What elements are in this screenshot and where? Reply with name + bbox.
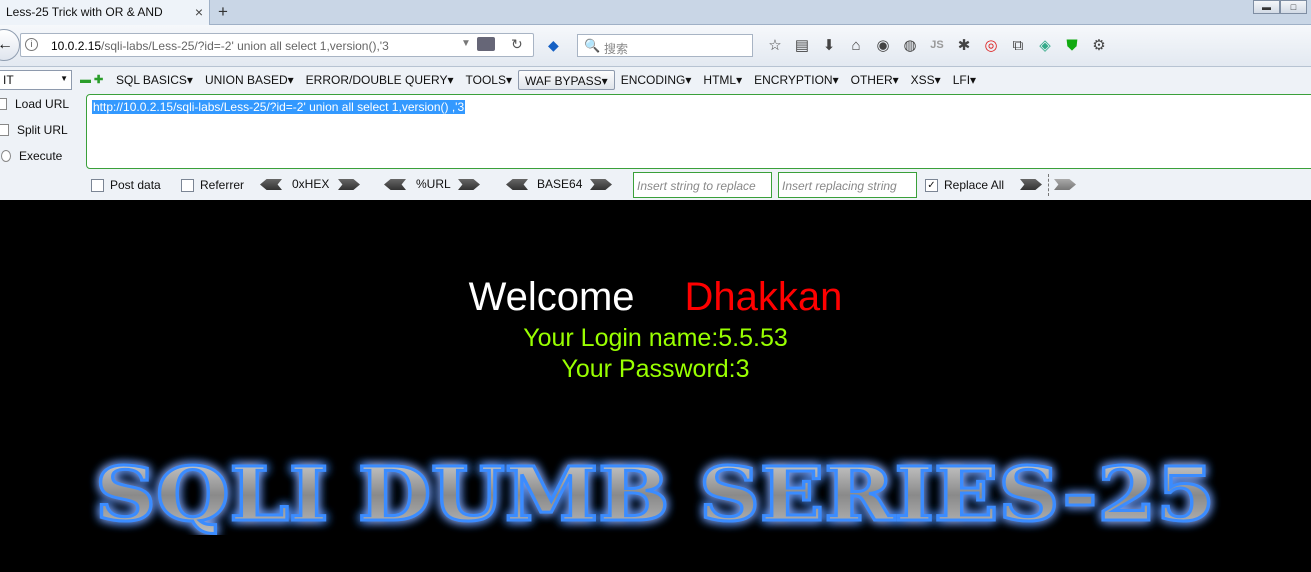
url-decode-arrow-icon[interactable] <box>384 179 406 190</box>
menu-error-double-query[interactable]: ERROR/DOUBLE QUERY▾ <box>300 70 460 90</box>
url-encode-arrow-icon[interactable] <box>458 179 480 190</box>
minimize-button[interactable]: ▬ <box>1253 0 1280 14</box>
navigation-bar: ← i 10.0.2.15/sqli-labs/Less-25/?id=-2' … <box>0 25 1311 67</box>
replace-string-input[interactable]: Insert string to replace <box>633 172 772 198</box>
close-icon[interactable]: × <box>195 4 203 20</box>
base64-label: BASE64 <box>537 177 583 191</box>
tab-bar: Less-25 Trick with OR & AND × + ▬ □ <box>0 0 1311 25</box>
add-remove-icons[interactable]: ▬ ✚ <box>80 73 103 86</box>
split-icon <box>0 124 9 136</box>
info-icon[interactable]: i <box>25 38 38 51</box>
js-icon[interactable]: JS <box>926 39 948 51</box>
execute-button[interactable]: Execute <box>1 149 62 163</box>
new-tab-button[interactable]: + <box>218 2 228 22</box>
extension-icon[interactable]: ⧉ <box>1007 37 1029 54</box>
menu-encoding[interactable]: ENCODING▾ <box>615 70 698 90</box>
hackbar-options: Post data Referrer 0xHEX %URL BASE64 Ins… <box>0 171 1311 200</box>
welcome-line: Welcome Dhakkan <box>0 275 1311 320</box>
palette-icon[interactable]: ◍ <box>899 36 921 54</box>
banner-text: SQLI DUMB SERIES-25 <box>95 452 1215 535</box>
referrer-checkbox[interactable]: Referrer <box>181 178 244 192</box>
tab-title: Less-25 Trick with OR & AND <box>6 5 163 19</box>
target-icon[interactable]: ◎ <box>980 36 1002 54</box>
hackbar-body: Load URL Split URL Execute http://10.0.2… <box>0 93 1311 171</box>
gear-icon[interactable]: ⚙ <box>1088 36 1110 54</box>
search-box[interactable]: 🔍 搜索 <box>577 34 753 57</box>
menu-other[interactable]: OTHER▾ <box>845 70 905 90</box>
menu-html[interactable]: HTML▾ <box>697 70 748 90</box>
url-selected-text: http://10.0.2.15/sqli-labs/Less-25/?id=-… <box>92 100 466 114</box>
reading-list-icon[interactable]: ▤ <box>791 36 813 54</box>
chevron-down-icon[interactable]: ▼ <box>461 38 471 49</box>
search-icon: 🔍 <box>584 38 601 53</box>
bug-icon[interactable]: ✱ <box>953 36 975 54</box>
hex-encode-arrow-icon[interactable] <box>338 179 360 190</box>
dart-icon[interactable]: ◆ <box>548 37 559 54</box>
split-url-button[interactable]: Split URL <box>0 123 68 137</box>
hackbar-select[interactable]: IT ▼ <box>0 70 72 90</box>
reload-icon[interactable]: ↻ <box>511 36 523 53</box>
map-icon[interactable]: ◈ <box>1034 36 1056 54</box>
menu-sql-basics[interactable]: SQL BASICS▾ <box>110 70 199 90</box>
globe-icon[interactable]: ◉ <box>872 36 894 54</box>
password-text: Your Password:3 <box>561 355 750 383</box>
toolbar-icons: ☆ ▤ ⬇ ⌂ ◉ ◍ JS ✱ ◎ ⧉ ◈ ⛊ ⚙ <box>764 36 1115 55</box>
hackbar-menu: IT ▼ ▬ ✚ SQL BASICS▾ UNION BASED▾ ERROR/… <box>0 67 1311 93</box>
maximize-button[interactable]: □ <box>1280 0 1307 14</box>
back-arrow-icon: ← <box>0 36 13 53</box>
replacing-string-input[interactable]: Insert replacing string <box>778 172 917 198</box>
base64-decode-arrow-icon[interactable] <box>506 179 528 190</box>
hex-decode-arrow-icon[interactable] <box>260 179 282 190</box>
user-name: Dhakkan <box>684 275 843 319</box>
page-content: Welcome Dhakkan Your Login name:5.5.53 Yo… <box>0 200 1311 572</box>
browser-tab[interactable]: Less-25 Trick with OR & AND × <box>0 0 210 25</box>
execute-icon <box>1 150 11 162</box>
welcome-text: Welcome <box>468 275 635 319</box>
run-replace-arrow-icon[interactable] <box>1054 179 1076 190</box>
url-label: %URL <box>416 177 451 191</box>
chevron-down-icon: ▼ <box>60 74 68 83</box>
hackbar-menus: SQL BASICS▾ UNION BASED▾ ERROR/DOUBLE QU… <box>110 70 982 90</box>
login-name-text: Your Login name:5.5.53 <box>523 324 788 352</box>
check-icon: ✓ <box>925 178 938 192</box>
download-icon[interactable]: ⬇ <box>818 36 840 54</box>
window-controls: ▬ □ <box>1253 0 1307 14</box>
shield-icon[interactable]: ⛊ <box>1061 37 1083 54</box>
replace-arrow-icon[interactable] <box>1020 179 1042 190</box>
address-text: 10.0.2.15/sqli-labs/Less-25/?id=-2' unio… <box>51 39 389 53</box>
replace-all-checkbox[interactable]: ✓ Replace All <box>925 178 1004 192</box>
back-button[interactable]: ← <box>0 29 20 61</box>
menu-union-based[interactable]: UNION BASED▾ <box>199 70 300 90</box>
series-banner: SQLI DUMB SERIES-25 <box>94 451 1217 536</box>
base64-encode-arrow-icon[interactable] <box>590 179 612 190</box>
hex-label: 0xHEX <box>292 177 330 191</box>
home-icon[interactable]: ⌂ <box>845 37 867 54</box>
load-icon <box>0 98 7 110</box>
menu-lfi[interactable]: LFI▾ <box>947 70 982 90</box>
bookmark-star-icon[interactable]: ☆ <box>764 36 786 54</box>
menu-encryption[interactable]: ENCRYPTION▾ <box>748 70 844 90</box>
search-placeholder: 搜索 <box>604 42 629 56</box>
post-data-checkbox[interactable]: Post data <box>91 178 161 192</box>
divider <box>1048 174 1049 196</box>
menu-xss[interactable]: XSS▾ <box>905 70 947 90</box>
reader-view-icon[interactable] <box>477 37 495 51</box>
address-bar[interactable]: i 10.0.2.15/sqli-labs/Less-25/?id=-2' un… <box>20 33 534 57</box>
menu-tools[interactable]: TOOLS▾ <box>460 70 518 90</box>
menu-waf-bypass[interactable]: WAF BYPASS▾ <box>518 70 615 90</box>
url-textarea[interactable]: http://10.0.2.15/sqli-labs/Less-25/?id=-… <box>86 94 1311 169</box>
load-url-button[interactable]: Load URL <box>0 97 69 111</box>
